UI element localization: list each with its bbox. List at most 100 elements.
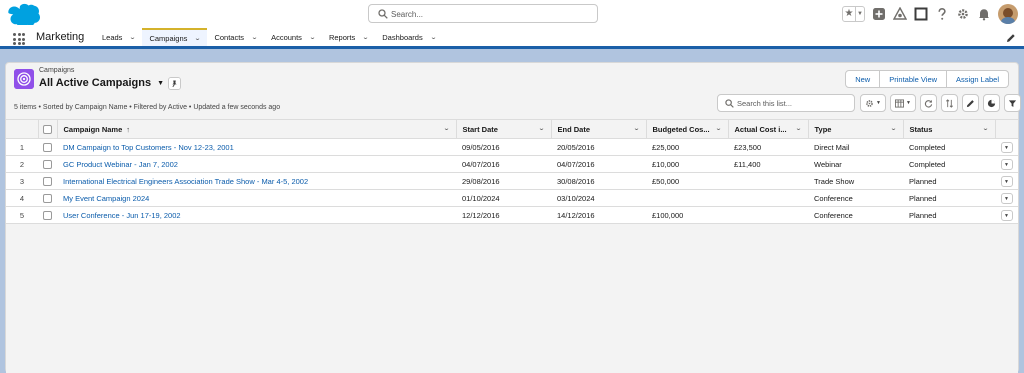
favorites-dropdown-icon[interactable]: ▼ [855,7,864,21]
chevron-down-icon[interactable]: ⌄ [251,34,258,41]
type-cell: Trade Show [808,172,903,190]
filter-funnel-icon [1008,99,1017,107]
chevron-down-icon[interactable]: ⌄ [982,125,989,132]
sort-button[interactable] [941,94,958,112]
help-icon[interactable] [935,7,949,21]
inline-edit-button[interactable] [962,94,979,112]
campaign-name-link[interactable]: DM Campaign to Top Customers - Nov 12-23… [63,143,234,152]
campaign-name-link[interactable]: International Electrical Engineers Assoc… [63,177,308,186]
chevron-down-icon[interactable]: ⌄ [633,125,640,132]
row-checkbox[interactable] [43,142,52,152]
charts-button[interactable] [983,94,1000,112]
list-search-input[interactable] [737,97,849,110]
global-search[interactable] [368,4,598,23]
table-row: 5 User Conference - Jun 17-19, 2002 12/1… [6,206,1018,224]
status-cell: Planned [903,189,995,207]
nav-tab-accounts[interactable]: Accounts ⌄ [264,28,322,46]
row-actions-menu-icon[interactable]: ▼ [1000,175,1013,187]
column-header-type[interactable]: Type ⌄ [807,119,903,139]
campaign-name-cell: DM Campaign to Top Customers - Nov 12-23… [57,138,456,156]
sort-arrows-icon [946,98,953,108]
campaign-name-link[interactable]: User Conference - Jun 17-19, 2002 [63,211,181,220]
start-date-cell: 01/10/2024 [456,189,551,207]
row-checkbox[interactable] [43,176,52,186]
chevron-down-icon[interactable]: ⌄ [890,125,897,132]
app-launcher-icon[interactable] [13,33,25,45]
caret-down-icon[interactable]: ▼ [157,80,164,87]
column-header-campaign-name[interactable]: Campaign Name ↑ ⌄ [56,119,456,139]
column-header-actual-cost[interactable]: Actual Cost i... ⌄ [727,119,808,139]
user-avatar[interactable] [998,4,1018,24]
row-select-cell[interactable] [38,172,57,190]
end-date-cell: 20/05/2016 [551,138,646,156]
nav-tab-dashboards[interactable]: Dashboards ⌄ [375,28,442,46]
row-number: 1 [6,138,38,156]
list-view-card: Campaigns All Active Campaigns ▼ New Pri… [5,62,1021,373]
global-search-input[interactable] [391,7,591,21]
refresh-button[interactable] [920,94,937,112]
row-select-cell[interactable] [38,189,57,207]
setup-gear-icon[interactable] [956,7,970,21]
favorites-group: ★ ▼ [842,6,865,22]
select-all-checkbox[interactable] [43,124,52,134]
nav-tab-label: Reports [328,32,356,42]
column-header-budgeted-cost[interactable]: Budgeted Cos... ⌄ [645,119,728,139]
actual-cost-cell [728,206,808,224]
display-as-button[interactable]: ▼ [890,94,916,112]
campaign-target-icon [14,69,34,89]
column-header-label: Start Date [462,124,498,134]
chevron-down-icon[interactable]: ⌄ [795,125,802,132]
row-checkbox[interactable] [43,159,52,169]
column-header-end-date[interactable]: End Date ⌄ [550,119,646,139]
nav-tab-leads[interactable]: Leads ⌄ [95,28,142,46]
printable-view-button[interactable]: Printable View [880,70,948,88]
chevron-down-icon[interactable]: ⌄ [129,34,136,41]
favorites-star-icon[interactable]: ★ [843,7,855,21]
campaign-name-link[interactable]: GC Product Webinar - Jan 7, 2002 [63,160,178,169]
chevron-down-icon[interactable]: ⌄ [715,125,722,132]
salesforce-cloud-icon[interactable] [6,3,40,25]
campaign-name-link[interactable]: My Event Campaign 2024 [63,194,149,203]
chevron-down-icon[interactable]: ⌄ [362,34,369,41]
row-actions-menu-icon[interactable]: ▼ [1000,192,1013,204]
list-search[interactable] [717,94,855,112]
filters-button[interactable] [1004,94,1021,112]
add-icon[interactable] [872,7,886,21]
list-view-selector[interactable]: All Active Campaigns ▼ [39,77,164,89]
row-actions-menu-icon[interactable]: ▼ [1000,158,1013,170]
table-row: 1 DM Campaign to Top Customers - Nov 12-… [6,138,1018,156]
chevron-down-icon[interactable]: ⌄ [538,125,545,132]
column-header-status[interactable]: Status ⌄ [902,119,995,139]
row-select-cell[interactable] [38,138,57,156]
select-all-header[interactable] [37,119,57,139]
trailhead-icon[interactable] [893,7,907,21]
row-actions-menu-icon[interactable]: ▼ [1000,209,1013,221]
pin-list-view-button[interactable] [168,77,181,90]
list-view-controls-button[interactable]: ▼ [860,94,886,112]
nav-tab-contacts[interactable]: Contacts ⌄ [207,28,264,46]
global-header: ★ ▼ [0,0,1024,28]
chevron-down-icon[interactable]: ⌄ [430,34,437,41]
row-select-cell[interactable] [38,155,57,173]
assign-label-button[interactable]: Assign Label [947,70,1009,88]
chevron-down-icon[interactable]: ⌄ [194,35,201,42]
row-select-cell[interactable] [38,206,57,224]
nav-tab-reports[interactable]: Reports ⌄ [322,28,375,46]
end-date-cell: 03/10/2024 [551,189,646,207]
notifications-bell-icon[interactable] [977,7,991,21]
start-date-cell: 09/05/2016 [456,138,551,156]
budgeted-cost-cell: £50,000 [646,172,728,190]
row-actions-menu-icon[interactable]: ▼ [1000,141,1013,153]
nav-tab-campaigns[interactable]: Campaigns ⌄ [142,28,208,49]
campaign-name-cell: User Conference - Jun 17-19, 2002 [57,206,456,224]
type-cell: Webinar [808,155,903,173]
chevron-down-icon[interactable]: ⌄ [443,125,450,132]
row-checkbox[interactable] [43,193,52,203]
chevron-down-icon[interactable]: ⌄ [309,34,316,41]
column-header-start-date[interactable]: Start Date ⌄ [455,119,551,139]
budgeted-cost-cell: £10,000 [646,155,728,173]
edit-nav-pencil-icon[interactable] [1006,33,1016,43]
new-button[interactable]: New [845,70,881,88]
row-checkbox[interactable] [43,210,52,220]
help-square-icon[interactable] [914,7,928,21]
